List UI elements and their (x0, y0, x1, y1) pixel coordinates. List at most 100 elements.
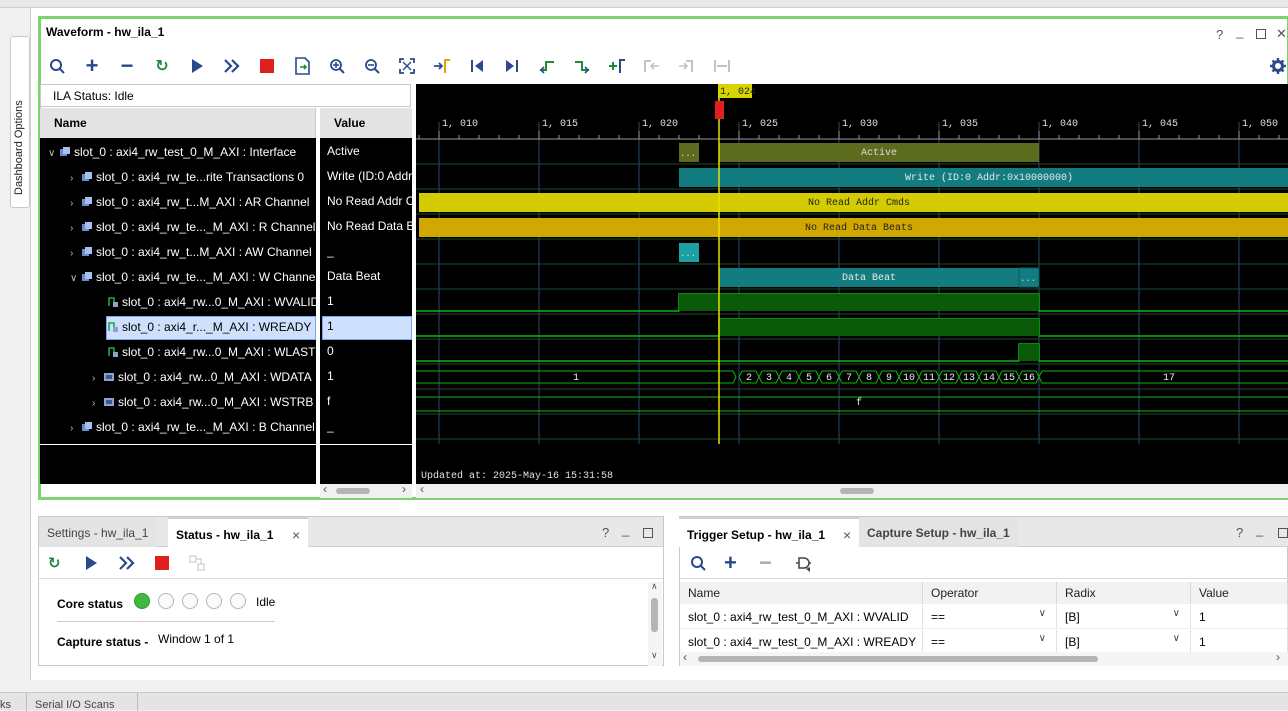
run-immediate-icon[interactable] (220, 54, 244, 78)
signal-row-wvalid[interactable]: slot_0 : axi4_rw...0_M_AXI : WVALID (108, 290, 316, 314)
help-icon[interactable]: ? (602, 525, 609, 540)
tab-partial[interactable]: ks (0, 699, 11, 711)
scroll-up-icon[interactable]: ∧ (651, 581, 658, 592)
scroll-thumb[interactable] (651, 598, 658, 632)
search-icon[interactable] (690, 555, 706, 575)
radix-select[interactable]: [B] ∨ (1057, 630, 1191, 654)
run-immediate-icon[interactable] (118, 555, 136, 575)
signal-row-wstrb[interactable]: › slot_0 : axi4_rw...0_M_AXI : WSTRB (92, 390, 313, 414)
expand-chevron-icon[interactable]: › (92, 392, 104, 416)
operator-select[interactable]: == ∨ (923, 630, 1057, 654)
scroll-left-icon[interactable]: ‹ (323, 482, 327, 496)
close-tab-icon[interactable]: × (292, 527, 300, 543)
signal-row-r-channel[interactable]: › slot_0 : axi4_rw_te..._M_AXI : R Channe… (70, 215, 315, 239)
minimize-icon[interactable]: _ (1236, 24, 1243, 39)
trigger-hscrollbar[interactable]: ‹ › (680, 650, 1288, 666)
expand-chevron-icon[interactable]: › (92, 367, 104, 391)
run-trigger-icon[interactable] (84, 555, 98, 575)
expand-chevron-icon[interactable]: › (70, 417, 82, 441)
signal-row-wdata[interactable]: › slot_0 : axi4_rw...0_M_AXI : WDATA (92, 365, 312, 389)
scroll-right-icon[interactable]: › (1276, 650, 1280, 664)
search-icon[interactable] (45, 54, 69, 78)
remove-icon[interactable]: − (115, 53, 139, 78)
operator-select[interactable]: == ∨ (923, 605, 1057, 629)
waveform-hscrollbar[interactable]: ‹ (416, 482, 1288, 498)
swap-markers-icon[interactable] (710, 54, 734, 78)
scroll-thumb[interactable] (336, 488, 370, 494)
tab-capture-setup[interactable]: Capture Setup - hw_ila_1 (859, 517, 1018, 547)
maximize-icon[interactable] (643, 528, 653, 538)
scroll-left-icon[interactable]: ‹ (420, 482, 424, 496)
collapse-chevron-icon[interactable]: ∨ (48, 142, 60, 166)
name-column-header[interactable]: Name (40, 108, 316, 138)
signal-row-w-channel[interactable]: ∨ slot_0 : axi4_rw_te..._M_AXI : W Channe… (70, 265, 316, 289)
remove-probe-icon[interactable]: − (759, 550, 772, 576)
tab-status[interactable]: Status - hw_ila_1 × (168, 517, 308, 547)
trigger-probe-name[interactable]: slot_0 : axi4_rw_test_0_M_AXI : WVALID (680, 605, 923, 629)
previous-transition-icon[interactable] (535, 54, 559, 78)
zoom-in-icon[interactable] (325, 54, 349, 78)
next-transition-icon[interactable] (570, 54, 594, 78)
export-icon[interactable] (290, 54, 314, 78)
add-icon[interactable]: + (80, 53, 104, 78)
collapse-chevron-icon[interactable]: ∨ (70, 267, 82, 291)
minimize-icon[interactable]: _ (1256, 522, 1263, 537)
help-icon[interactable]: ? (1236, 525, 1243, 540)
scroll-thumb[interactable] (840, 488, 874, 494)
value-hscrollbar[interactable]: ‹ › (320, 482, 412, 498)
stop-icon[interactable] (154, 555, 170, 575)
maximize-icon[interactable] (1256, 29, 1266, 39)
tab-trigger-setup[interactable]: Trigger Setup - hw_ila_1 × (679, 517, 859, 547)
maximize-icon[interactable] (1278, 528, 1288, 538)
add-marker-icon[interactable] (605, 54, 629, 78)
chevron-down-icon[interactable]: ∨ (1173, 633, 1180, 644)
expand-chevron-icon[interactable]: › (70, 192, 82, 216)
refresh-icon[interactable]: ↻ (48, 554, 61, 572)
stop-icon[interactable] (255, 54, 279, 78)
chevron-down-icon[interactable]: ∨ (1039, 633, 1046, 644)
scroll-left-icon[interactable]: ‹ (683, 650, 687, 664)
signal-row-wlast[interactable]: slot_0 : axi4_rw...0_M_AXI : WLAST (108, 340, 315, 364)
expand-chevron-icon[interactable]: › (70, 217, 82, 241)
tab-serial-io-scans[interactable]: Serial I/O Scans (35, 699, 114, 711)
trigger-value-field[interactable]: 1 (1191, 630, 1288, 654)
dashboard-options-tab[interactable]: Dashboard Options (10, 36, 30, 208)
chevron-down-icon[interactable]: ∨ (1173, 608, 1180, 619)
signal-row-ar-channel[interactable]: › slot_0 : axi4_rw_t...M_AXI : AR Channel (70, 190, 309, 214)
signal-row-aw-channel[interactable]: › slot_0 : axi4_rw_t...M_AXI : AW Channel (70, 240, 312, 264)
signal-row-b-channel[interactable]: › slot_0 : axi4_rw_te..._M_AXI : B Channe… (70, 415, 315, 439)
go-to-end-icon[interactable] (500, 54, 524, 78)
previous-marker-icon[interactable] (640, 54, 664, 78)
waveform-canvas[interactable]: 1, 010 1, 015 1, 020 1, 025 1, 030 1, 03… (416, 84, 1288, 484)
radix-select[interactable]: [B] ∨ (1057, 605, 1191, 629)
signal-row-wready[interactable]: slot_0 : axi4_r..._M_AXI : WREADY (108, 315, 311, 339)
next-marker-icon[interactable] (675, 54, 699, 78)
tab-settings[interactable]: Settings - hw_ila_1 (39, 517, 157, 547)
expand-chevron-icon[interactable]: › (70, 242, 82, 266)
settings-gear-icon[interactable] (1266, 54, 1288, 78)
refresh-icon[interactable]: ↻ (150, 54, 174, 78)
expand-chevron-icon[interactable]: › (70, 167, 82, 191)
trigger-condition-icon[interactable] (794, 555, 812, 577)
run-trigger-icon[interactable] (185, 54, 209, 78)
column-header-value[interactable]: Value (1191, 582, 1288, 604)
status-vscrollbar[interactable]: ∧ ∨ (648, 581, 662, 666)
value-column-header[interactable]: Value (320, 108, 412, 138)
close-tab-icon[interactable]: × (843, 527, 851, 543)
chevron-down-icon[interactable]: ∨ (1039, 608, 1046, 619)
scroll-right-icon[interactable]: › (402, 482, 406, 496)
scroll-down-icon[interactable]: ∨ (651, 650, 658, 661)
column-header-name[interactable]: Name (680, 582, 923, 604)
minimize-icon[interactable]: _ (622, 522, 629, 537)
zoom-fit-icon[interactable] (395, 54, 419, 78)
add-probe-icon[interactable]: + (724, 550, 737, 576)
help-icon[interactable]: ? (1216, 27, 1223, 42)
trigger-probe-name[interactable]: slot_0 : axi4_rw_test_0_M_AXI : WREADY (680, 630, 923, 654)
debug-icon[interactable] (189, 555, 205, 575)
go-to-start-icon[interactable] (465, 54, 489, 78)
column-header-radix[interactable]: Radix (1057, 582, 1191, 604)
scroll-thumb[interactable] (698, 656, 1098, 662)
signal-row-interface[interactable]: ∨ slot_0 : axi4_rw_test_0_M_AXI : Interfa… (48, 140, 296, 164)
go-to-cursor-icon[interactable] (430, 54, 454, 78)
trigger-value-field[interactable]: 1 (1191, 605, 1288, 629)
